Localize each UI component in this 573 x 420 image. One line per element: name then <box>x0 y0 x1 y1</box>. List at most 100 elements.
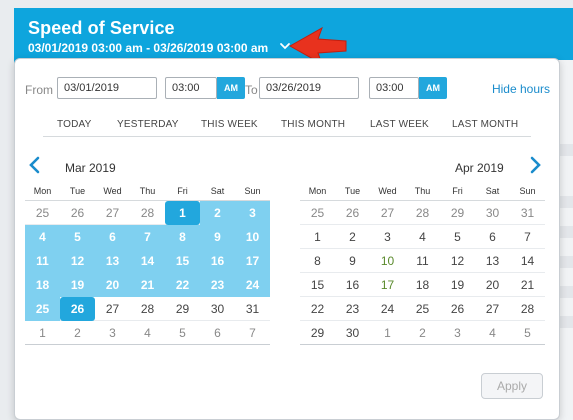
calendar-day[interactable]: 25 <box>300 201 335 225</box>
to-date-input[interactable]: 03/26/2019 <box>259 77 359 99</box>
calendar-day[interactable]: 9 <box>335 249 370 273</box>
calendar-day[interactable]: 18 <box>405 273 440 297</box>
calendar-day[interactable]: 25 <box>25 201 60 225</box>
calendar-day[interactable]: 13 <box>95 249 130 273</box>
calendar-day[interactable]: 28 <box>405 201 440 225</box>
preset-today[interactable]: TODAY <box>57 119 92 130</box>
calendar-day[interactable]: 24 <box>235 273 270 297</box>
from-ampm-toggle[interactable]: AM <box>217 77 245 99</box>
calendar-day[interactable]: 1 <box>370 321 405 345</box>
calendar-day[interactable]: 9 <box>200 225 235 249</box>
calendar-day[interactable]: 14 <box>130 249 165 273</box>
calendar-day[interactable]: 29 <box>440 201 475 225</box>
calendar-day[interactable]: 7 <box>235 321 270 345</box>
calendar-day[interactable]: 2 <box>60 321 95 345</box>
prev-month-button[interactable] <box>27 155 41 179</box>
calendar-day[interactable]: 2 <box>335 225 370 249</box>
calendar-day[interactable]: 3 <box>440 321 475 345</box>
calendar-day[interactable]: 12 <box>60 249 95 273</box>
calendar-day[interactable]: 1 <box>25 321 60 345</box>
calendar-day[interactable]: 18 <box>25 273 60 297</box>
calendar-day[interactable]: 24 <box>370 297 405 321</box>
calendar-day[interactable]: 4 <box>475 321 510 345</box>
preset-yesterday[interactable]: YESTERDAY <box>117 119 179 130</box>
calendar-day[interactable]: 31 <box>510 201 545 225</box>
calendar-day[interactable]: 5 <box>60 225 95 249</box>
calendar-day[interactable]: 27 <box>95 201 130 225</box>
calendar-day[interactable]: 15 <box>300 273 335 297</box>
calendar-day[interactable]: 25 <box>25 297 60 321</box>
calendar-day[interactable]: 3 <box>95 321 130 345</box>
calendar-day[interactable]: 11 <box>25 249 60 273</box>
calendar-day[interactable]: 27 <box>95 297 130 321</box>
calendar-day[interactable]: 26 <box>335 201 370 225</box>
calendar-day[interactable]: 3 <box>370 225 405 249</box>
to-time-input[interactable]: 03:00 <box>369 77 419 99</box>
calendar-day[interactable]: 17 <box>235 249 270 273</box>
calendar-day[interactable]: 4 <box>130 321 165 345</box>
calendar-day[interactable]: 30 <box>335 321 370 345</box>
preset-this-week[interactable]: THIS WEEK <box>201 119 258 130</box>
calendar-day[interactable]: 23 <box>335 297 370 321</box>
calendar-day[interactable]: 26 <box>440 297 475 321</box>
calendar-day[interactable]: 19 <box>440 273 475 297</box>
next-month-button[interactable] <box>529 155 543 179</box>
calendar-day[interactable]: 1 <box>165 201 200 225</box>
calendar-day[interactable]: 14 <box>510 249 545 273</box>
date-range-summary[interactable]: 03/01/2019 03:00 am - 03/26/2019 03:00 a… <box>28 41 268 55</box>
calendar-day[interactable]: 26 <box>60 297 95 321</box>
calendar-day[interactable]: 27 <box>370 201 405 225</box>
calendar-day[interactable]: 2 <box>200 201 235 225</box>
calendar-day[interactable]: 13 <box>475 249 510 273</box>
calendar-day[interactable]: 7 <box>130 225 165 249</box>
calendar-day[interactable]: 6 <box>95 225 130 249</box>
calendar-day[interactable]: 16 <box>335 273 370 297</box>
calendar-day[interactable]: 17 <box>370 273 405 297</box>
calendar-day[interactable]: 29 <box>165 297 200 321</box>
calendar-day[interactable]: 5 <box>165 321 200 345</box>
calendar-day[interactable]: 21 <box>130 273 165 297</box>
calendar-day[interactable]: 6 <box>200 321 235 345</box>
calendar-day[interactable]: 11 <box>405 249 440 273</box>
from-date-input[interactable]: 03/01/2019 <box>57 77 157 99</box>
calendar-day[interactable]: 4 <box>405 225 440 249</box>
calendar-day[interactable]: 6 <box>475 225 510 249</box>
apply-button[interactable]: Apply <box>481 373 543 399</box>
calendar-day[interactable]: 7 <box>510 225 545 249</box>
calendar-day[interactable]: 16 <box>200 249 235 273</box>
calendar-day[interactable]: 15 <box>165 249 200 273</box>
calendar-day[interactable]: 30 <box>200 297 235 321</box>
calendar-day[interactable]: 26 <box>60 201 95 225</box>
calendar-day[interactable]: 22 <box>300 297 335 321</box>
calendar-day[interactable]: 31 <box>235 297 270 321</box>
to-ampm-toggle[interactable]: AM <box>419 77 447 99</box>
calendar-day[interactable]: 4 <box>25 225 60 249</box>
calendar-day[interactable]: 12 <box>440 249 475 273</box>
calendar-day[interactable]: 29 <box>300 321 335 345</box>
calendar-day[interactable]: 27 <box>475 297 510 321</box>
calendar-day[interactable]: 20 <box>475 273 510 297</box>
calendar-day[interactable]: 10 <box>235 225 270 249</box>
preset-last-month[interactable]: LAST MONTH <box>452 119 518 130</box>
calendar-day[interactable]: 8 <box>165 225 200 249</box>
calendar-day[interactable]: 20 <box>95 273 130 297</box>
preset-last-week[interactable]: LAST WEEK <box>370 119 429 130</box>
calendar-day[interactable]: 21 <box>510 273 545 297</box>
calendar-day[interactable]: 10 <box>370 249 405 273</box>
calendar-day[interactable]: 8 <box>300 249 335 273</box>
from-time-input[interactable]: 03:00 <box>165 77 217 99</box>
calendar-day[interactable]: 3 <box>235 201 270 225</box>
calendar-day[interactable]: 23 <box>200 273 235 297</box>
hide-hours-link[interactable]: Hide hours <box>492 82 550 96</box>
calendar-day[interactable]: 19 <box>60 273 95 297</box>
calendar-day[interactable]: 25 <box>405 297 440 321</box>
calendar-day[interactable]: 28 <box>510 297 545 321</box>
calendar-day[interactable]: 28 <box>130 201 165 225</box>
preset-this-month[interactable]: THIS MONTH <box>281 119 345 130</box>
calendar-day[interactable]: 1 <box>300 225 335 249</box>
calendar-day[interactable]: 30 <box>475 201 510 225</box>
calendar-day[interactable]: 22 <box>165 273 200 297</box>
calendar-day[interactable]: 5 <box>510 321 545 345</box>
calendar-day[interactable]: 28 <box>130 297 165 321</box>
calendar-day[interactable]: 5 <box>440 225 475 249</box>
